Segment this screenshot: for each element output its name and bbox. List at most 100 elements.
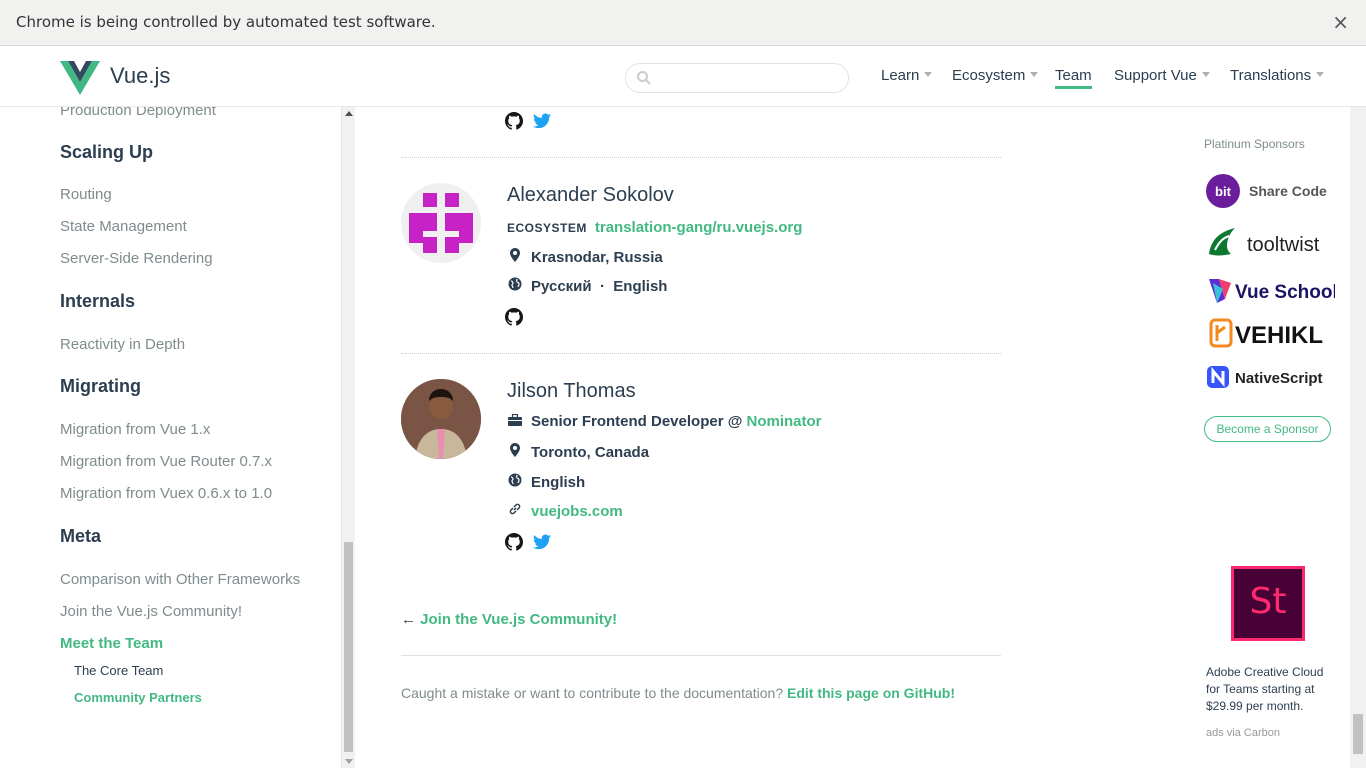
sponsor-vue-school-label: Vue School	[1235, 282, 1335, 303]
sidebar-item-reactivity[interactable]: Reactivity in Depth	[60, 336, 185, 353]
sponsor-tooltwist-label: tooltwist	[1247, 234, 1320, 256]
prev-member-social	[505, 112, 557, 132]
sidebar-item-migration-router[interactable]: Migration from Vue Router 0.7.x	[60, 453, 272, 470]
github-icon[interactable]	[505, 308, 524, 331]
sidebar: Production Deployment Scaling Up Routing…	[0, 107, 340, 768]
sidebar-scrollbar[interactable]	[341, 107, 355, 768]
sidebar-item-ssr[interactable]: Server-Side Rendering	[60, 250, 213, 267]
member-project-row: ECOSYSTEM translation-gang/ru.vuejs.org	[507, 219, 802, 236]
search-icon	[637, 71, 651, 85]
member-divider	[401, 353, 1001, 354]
ecosystem-tag: ECOSYSTEM	[507, 221, 587, 235]
member-languages-row: Русский · English	[507, 277, 667, 295]
nav-support-label: Support Vue	[1114, 67, 1197, 84]
search-input[interactable]	[656, 68, 841, 88]
sponsor-share-code[interactable]: bit Share Code	[1205, 173, 1335, 209]
become-sponsor-button[interactable]: Become a Sponsor	[1204, 416, 1331, 442]
sidebar-item-join-community[interactable]: Join the Vue.js Community!	[60, 603, 242, 620]
globe-icon	[507, 277, 523, 295]
sidebar-item-production-deployment[interactable]: Production Deployment	[60, 107, 216, 119]
vue-logo-icon[interactable]	[60, 61, 100, 95]
search-box[interactable]	[625, 63, 849, 93]
member-location-row: Krasnodar, Russia	[507, 248, 663, 266]
nav-ecosystem[interactable]: Ecosystem	[952, 67, 1039, 84]
company-link[interactable]: Nominator	[747, 413, 822, 430]
language-english: English	[613, 278, 668, 295]
close-icon[interactable]: ×	[1332, 10, 1349, 34]
github-icon[interactable]	[505, 112, 524, 135]
prev-page-link[interactable]: Join the Vue.js Community!	[420, 611, 617, 628]
site-header: Vue.js Learn Ecosystem Team Support Vue …	[0, 47, 1366, 107]
prev-page-nav[interactable]: ← Join the Vue.js Community!	[401, 611, 617, 628]
map-marker-icon	[507, 248, 523, 266]
language-english: English	[531, 474, 586, 491]
twitter-icon[interactable]	[533, 113, 552, 134]
nav-translations[interactable]: Translations	[1230, 67, 1325, 84]
member-location-row: Toronto, Canada	[507, 443, 649, 461]
twitter-icon[interactable]	[533, 534, 552, 555]
adobe-stock-logo[interactable]: St	[1231, 566, 1305, 641]
member-role-row: Senior Frontend Developer @ Nominator	[507, 413, 822, 430]
globe-icon	[507, 473, 523, 491]
chevron-down-icon	[1201, 72, 1210, 77]
sidebar-item-migration-vue1[interactable]: Migration from Vue 1.x	[60, 421, 210, 438]
chevron-down-icon	[1030, 72, 1039, 77]
main-content: Alexander Sokolov ECOSYSTEM translation-g…	[355, 107, 1195, 768]
ad-text[interactable]: Adobe Creative Cloud for Teams starting …	[1206, 664, 1336, 715]
language-separator: ·	[599, 278, 605, 295]
member-social	[505, 308, 529, 328]
member-languages-row: English	[507, 473, 585, 491]
scroll-up-icon[interactable]	[345, 111, 353, 116]
nav-team[interactable]: Team	[1055, 67, 1092, 89]
sponsor-column: Platinum Sponsors bit Share Code tooltwi…	[1195, 107, 1350, 768]
sponsors-title: Platinum Sponsors	[1204, 137, 1305, 151]
sponsor-vue-school[interactable]: Vue School	[1205, 273, 1338, 309]
sidebar-item-state-management[interactable]: State Management	[60, 218, 187, 235]
sponsor-nativescript-label: NativeScript	[1235, 370, 1323, 387]
sidebar-section-meta: Meta	[60, 526, 102, 546]
map-marker-icon	[507, 443, 523, 461]
nav-support-vue[interactable]: Support Vue	[1114, 67, 1210, 84]
automation-infobar: Chrome is being controlled by automated …	[0, 0, 1366, 46]
link-icon	[507, 502, 523, 520]
sponsor-vehikl-label: VEHIKL	[1235, 322, 1323, 349]
sidebar-subitem-community-partners[interactable]: Community Partners	[74, 690, 202, 705]
nav-team-label: Team	[1055, 67, 1092, 84]
avatar	[401, 379, 481, 459]
sidebar-item-routing[interactable]: Routing	[60, 186, 112, 203]
nav-ecosystem-label: Ecosystem	[952, 67, 1026, 84]
sidebar-item-meet-the-team[interactable]: Meet the Team	[60, 635, 163, 652]
sidebar-item-migration-vuex[interactable]: Migration from Vuex 0.6.x to 1.0	[60, 485, 272, 502]
github-icon[interactable]	[505, 533, 524, 556]
scrollbar-thumb[interactable]	[344, 542, 353, 752]
sponsor-vehikl[interactable]: VEHIKL	[1205, 315, 1335, 351]
sponsor-tooltwist[interactable]: tooltwist	[1205, 224, 1335, 260]
page-scrollbar-thumb[interactable]	[1353, 714, 1363, 754]
website-link[interactable]: vuejobs.com	[531, 503, 623, 520]
page-scrollbar[interactable]	[1350, 107, 1366, 768]
nav-learn[interactable]: Learn	[881, 67, 933, 84]
member-location: Toronto, Canada	[531, 444, 650, 461]
sidebar-item-comparison[interactable]: Comparison with Other Frameworks	[60, 571, 300, 588]
nav-learn-label: Learn	[881, 67, 920, 84]
arrow-left-icon: ←	[401, 611, 416, 628]
logo-text[interactable]: Vue.js	[110, 63, 170, 89]
member-name: Alexander Sokolov	[507, 184, 674, 206]
edit-on-github-link[interactable]: Edit this page on GitHub!	[787, 685, 955, 701]
member-social	[505, 533, 557, 553]
language-russian: Русский	[531, 278, 592, 295]
footer-divider	[401, 655, 1001, 656]
chevron-down-icon	[924, 72, 933, 77]
project-link[interactable]: translation-gang/ru.vuejs.org	[595, 219, 803, 236]
member-divider	[401, 157, 1001, 158]
ads-via-carbon[interactable]: ads via Carbon	[1206, 727, 1280, 739]
avatar	[401, 183, 481, 263]
sidebar-subitem-core-team[interactable]: The Core Team	[74, 663, 163, 678]
member-name: Jilson Thomas	[507, 380, 636, 402]
sponsor-nativescript[interactable]: NativeScript	[1205, 360, 1335, 396]
edit-note-text: Caught a mistake or want to contribute t…	[401, 685, 788, 701]
chevron-down-icon	[1316, 72, 1325, 77]
member-role: Senior Frontend Developer @	[531, 413, 747, 430]
scroll-down-icon[interactable]	[345, 759, 353, 764]
automation-message: Chrome is being controlled by automated …	[16, 13, 436, 31]
